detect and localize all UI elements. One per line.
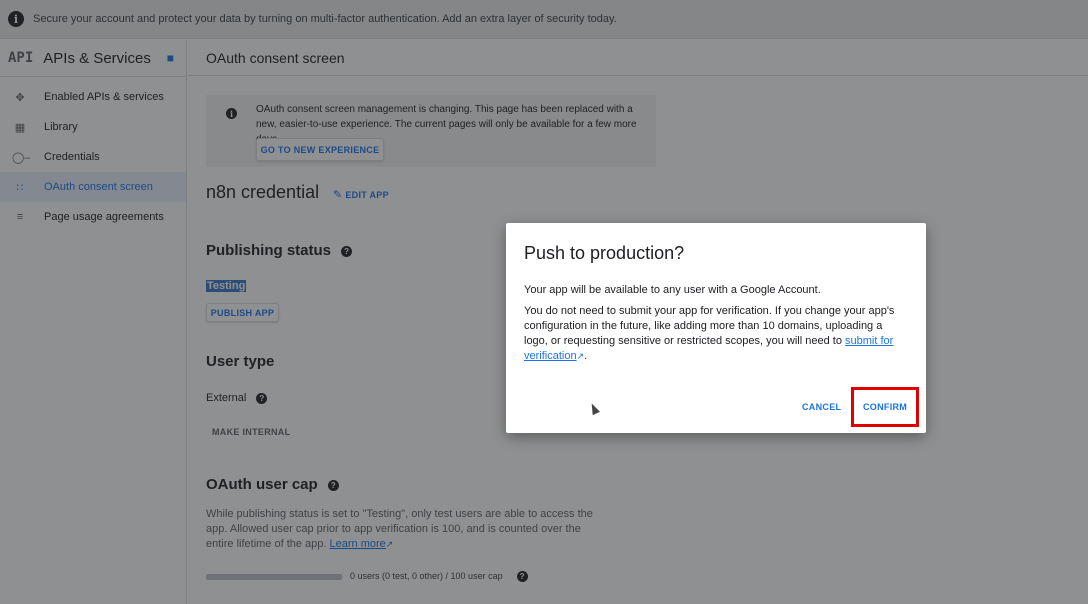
- confirm-button[interactable]: CONFIRM: [863, 402, 907, 412]
- dialog-paragraph-2-text: You do not need to submit your app for v…: [524, 305, 895, 347]
- dialog-paragraph-1: Your app will be available to any user w…: [524, 284, 821, 296]
- dialog-title: Push to production?: [524, 243, 685, 263]
- cancel-button[interactable]: CANCEL: [802, 402, 841, 412]
- dialog-paragraph-2: You do not need to submit your app for v…: [524, 305, 895, 362]
- push-to-production-dialog: Push to production? Your app will be ava…: [506, 223, 926, 433]
- external-link-icon: ↗: [576, 351, 585, 361]
